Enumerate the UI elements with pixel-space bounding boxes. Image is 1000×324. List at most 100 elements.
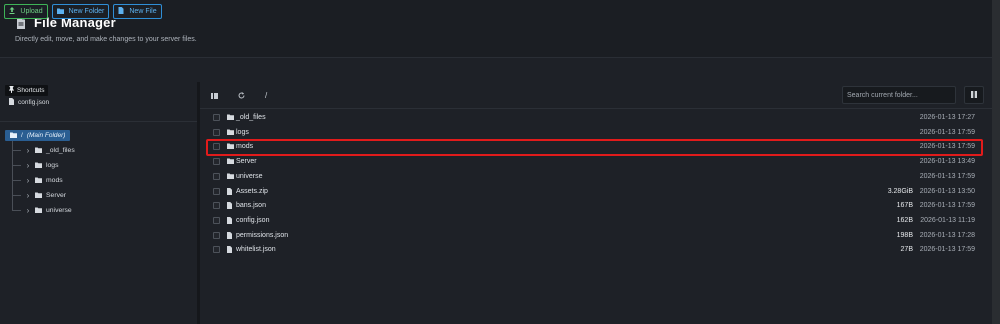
file-date: 2026-01-13 13:49 [919,158,975,166]
file-name[interactable]: whitelist.json [236,246,276,253]
chevron-right-icon[interactable]: › [23,191,33,200]
file-icon [227,216,232,224]
file-name[interactable]: universe [236,173,262,180]
upload-label: Upload [20,8,43,15]
file-row[interactable]: permissions.json 198B 2026-01-13 17:28 [200,229,990,243]
file-row[interactable]: _old_files 2026-01-13 17:27 [200,111,990,125]
new-folder-button[interactable]: New Folder [52,4,109,19]
file-date: 2026-01-13 17:27 [919,114,975,121]
row-checkbox[interactable] [213,187,220,195]
row-checkbox[interactable] [213,128,220,136]
page-subtitle: Directly edit, move, and make changes to… [15,36,197,43]
file-list-divider [200,108,992,109]
file-size: 162B [896,216,913,224]
file-plus-icon [118,7,124,16]
chevron-right-icon[interactable]: › [23,161,33,170]
file-size: 3.28GiB [887,187,913,195]
tree-item-old-files[interactable]: › _old_files [12,144,75,156]
tree-item-label: logs [46,161,59,169]
new-folder-label: New Folder [68,8,105,15]
page-scrollbar[interactable] [992,0,1000,324]
chevron-right-icon[interactable]: › [23,176,33,185]
folder-icon [227,158,234,165]
file-size: 167B [896,202,913,210]
upload-button[interactable]: Upload [4,4,48,19]
row-checkbox[interactable] [213,202,220,210]
columns-icon [971,90,977,100]
pin-icon [9,86,14,95]
row-checkbox[interactable] [213,231,220,239]
row-checkbox[interactable] [213,114,220,121]
folder-icon [35,162,42,168]
tree-item-label: mods [46,176,63,184]
tree-connector [12,149,21,151]
folder-icon [35,207,42,213]
folder-icon [35,177,42,183]
file-date: 2026-01-13 17:59 [919,172,975,180]
shortcuts-label: Shortcuts [17,87,45,94]
file-icon [227,202,232,210]
tree-root-label: (Main Folder) [26,132,66,139]
tree-item-universe[interactable]: › universe [12,204,72,216]
file-row[interactable]: config.json 162B 2026-01-13 11:19 [200,214,990,228]
chevron-right-icon[interactable]: › [23,206,33,215]
folder-icon [227,173,234,179]
file-date: 2026-01-13 17:59 [919,202,975,210]
file-row[interactable]: logs 2026-01-13 17:59 [200,126,990,140]
toggle-preview-button[interactable] [964,86,984,104]
tree-connector [12,194,21,196]
tree-root-slash: / [21,132,23,139]
shortcuts-header: Shortcuts [5,85,49,96]
row-checkbox[interactable] [213,246,220,254]
file-date: 2026-01-13 17:59 [919,128,975,136]
tree-item-label: Server [46,191,67,199]
tree-item-logs[interactable]: › logs [12,159,58,171]
file-name[interactable]: Server [236,158,257,165]
folder-icon [227,129,234,135]
file-row[interactable]: Server 2026-01-13 13:49 [200,155,990,169]
chevron-right-icon[interactable]: › [23,146,33,155]
file-name[interactable]: permissions.json [236,232,288,239]
folder-icon [227,114,234,120]
sidebar-divider [0,121,197,122]
row-checkbox[interactable] [213,172,220,180]
tree-item-mods[interactable]: › mods [12,174,63,186]
tree-connector [12,164,21,166]
search-input[interactable]: Search current folder... [842,86,956,104]
tree-connector [12,179,21,181]
folder-plus-icon [56,8,64,16]
file-name[interactable]: _old_files [236,114,266,121]
new-file-label: New File [129,8,157,15]
file-name[interactable]: bans.json [236,202,266,209]
file-name[interactable]: Assets.zip [236,188,268,195]
highlight-box [206,139,983,156]
sidebar [0,82,197,324]
refresh-icon[interactable] [238,92,245,101]
file-name[interactable]: logs [236,129,249,136]
file-size: 27B [900,246,913,254]
shortcut-label: config.json [18,99,50,106]
file-date: 2026-01-13 13:50 [919,187,975,195]
tree-root-main-folder[interactable]: / (Main Folder) [5,130,71,141]
list-view-icon[interactable] [211,92,218,101]
file-name[interactable]: config.json [236,217,269,224]
row-checkbox[interactable] [213,216,220,224]
file-row[interactable]: bans.json 167B 2026-01-13 17:59 [200,199,990,213]
tree-item-server[interactable]: › Server [12,189,66,201]
file-date: 2026-01-13 17:59 [919,246,975,254]
file-row[interactable]: whitelist.json 27B 2026-01-13 17:59 [200,243,990,257]
file-icon [227,187,232,195]
file-date: 2026-01-13 11:19 [920,216,975,224]
folder-icon [35,147,42,153]
file-icon [227,231,232,239]
shortcut-config-json[interactable]: config.json [9,98,49,107]
new-file-button[interactable]: New File [113,4,162,19]
file-size: 198B [896,231,913,239]
file-row[interactable]: Assets.zip 3.28GiB 2026-01-13 13:50 [200,185,990,199]
row-checkbox[interactable] [213,158,220,166]
folder-icon [35,192,42,198]
file-row[interactable]: universe 2026-01-13 17:59 [200,170,990,184]
breadcrumb-root[interactable]: / [265,91,267,100]
tree-item-label: universe [46,206,72,214]
upload-icon [9,7,15,16]
